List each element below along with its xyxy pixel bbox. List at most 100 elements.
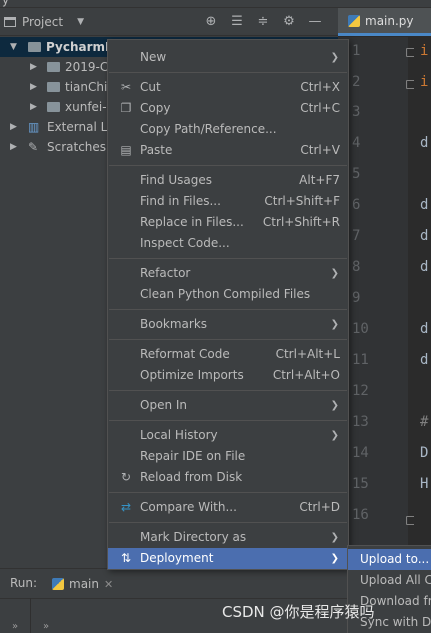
chevron-right-icon[interactable]: ▶ xyxy=(30,57,37,77)
project-pane-header: Project ▼ ⊕ ☰ ≑ ⚙ — xyxy=(0,8,338,36)
menu-item-clean-python-compiled[interactable]: Clean Python Compiled Files xyxy=(108,284,348,305)
line-number: 11 xyxy=(352,352,369,368)
menu-item-compare-with[interactable]: ⇄ Compare With... Ctrl+D xyxy=(108,497,348,518)
title-bar: y xyxy=(0,0,431,8)
menu-item-shortcut: Ctrl+C xyxy=(300,101,340,115)
menu-item-shortcut: Ctrl+Alt+L xyxy=(275,347,340,361)
submenu-item-upload-all-changed[interactable]: Upload All C xyxy=(348,570,431,591)
more-actions-icon[interactable]: » xyxy=(43,621,49,632)
menu-item-mark-directory-as[interactable]: Mark Directory as ❯ xyxy=(108,527,348,548)
folder-icon xyxy=(47,62,60,72)
line-number: 7 xyxy=(352,228,361,244)
python-icon xyxy=(52,578,64,590)
menu-item-local-history[interactable]: Local History ❯ xyxy=(108,425,348,446)
run-tab-main[interactable]: main ✕ xyxy=(52,573,113,595)
project-view-dropdown[interactable]: Project ▼ xyxy=(4,13,84,31)
expand-all-icon[interactable]: ☰ xyxy=(230,14,244,29)
menu-separator xyxy=(109,72,347,73)
menu-item-repair-ide[interactable]: Repair IDE on File xyxy=(108,446,348,467)
menu-item-shortcut: Ctrl+Shift+R xyxy=(262,215,340,229)
menu-separator xyxy=(109,420,347,421)
editor-tab-main-py[interactable]: main.py xyxy=(338,8,431,36)
menu-item-label: Mark Directory as xyxy=(140,530,247,544)
menu-item-deployment[interactable]: ⇅ Deployment ❯ xyxy=(108,548,348,569)
context-menu: New ❯ ✂ Cut Ctrl+X ❐ Copy Ctrl+C Copy Pa… xyxy=(107,39,349,570)
menu-item-find-usages[interactable]: Find Usages Alt+F7 xyxy=(108,170,348,191)
chevron-right-icon: ❯ xyxy=(330,319,339,330)
menu-item-refactor[interactable]: Refactor ❯ xyxy=(108,263,348,284)
menu-item-label: New xyxy=(140,50,167,64)
project-window-icon xyxy=(4,17,16,27)
line-number: 1 xyxy=(352,43,361,59)
chevron-right-icon[interactable]: ▶ xyxy=(30,97,37,117)
menu-item-copy[interactable]: ❐ Copy Ctrl+C xyxy=(108,98,348,119)
chevron-right-icon: ❯ xyxy=(330,553,339,564)
close-icon[interactable]: ✕ xyxy=(104,578,113,591)
submenu-item-upload-to[interactable]: Upload to... xyxy=(348,549,431,570)
more-tools-icon[interactable]: » xyxy=(12,621,18,632)
watermark: CSDN @你是程序猿吗 xyxy=(222,603,375,621)
menu-item-label: Open In xyxy=(140,398,188,412)
menu-item-open-in[interactable]: Open In ❯ xyxy=(108,395,348,416)
menu-item-optimize-imports[interactable]: Optimize Imports Ctrl+Alt+O xyxy=(108,365,348,386)
menu-item-replace-in-files[interactable]: Replace in Files... Ctrl+Shift+R xyxy=(108,212,348,233)
menu-item-label: Reload from Disk xyxy=(140,470,243,484)
copy-icon: ❐ xyxy=(120,101,132,115)
deployment-icon: ⇅ xyxy=(120,551,132,565)
chevron-right-icon: ❯ xyxy=(330,400,339,411)
reload-icon: ↻ xyxy=(120,470,132,484)
tree-item-label: PycharmP xyxy=(46,40,114,54)
chevron-right-icon: ❯ xyxy=(330,532,339,543)
menu-item-reload-from-disk[interactable]: ↻ Reload from Disk xyxy=(108,467,348,488)
menu-separator xyxy=(109,258,347,259)
window-title-fragment: y xyxy=(2,0,11,7)
menu-item-reformat-code[interactable]: Reformat Code Ctrl+Alt+L xyxy=(108,344,348,365)
code-line: d xyxy=(420,352,429,368)
editor-tab-label: main.py xyxy=(365,13,414,28)
menu-item-find-in-files[interactable]: Find in Files... Ctrl+Shift+F xyxy=(108,191,348,212)
chevron-down-icon[interactable]: ▼ xyxy=(10,37,17,57)
run-label: Run: xyxy=(10,576,38,590)
chevron-right-icon[interactable]: ▶ xyxy=(10,117,17,137)
line-number: 6 xyxy=(352,197,361,213)
code-editor[interactable]: i i d d d d d d # D H xyxy=(414,37,431,568)
menu-item-label: Find in Files... xyxy=(140,194,221,208)
menu-item-label: Compare With... xyxy=(140,500,237,514)
minimize-icon[interactable]: — xyxy=(308,14,322,29)
chevron-right-icon[interactable]: ▶ xyxy=(30,77,37,97)
scratches-icon: ✎ xyxy=(28,140,39,154)
menu-item-shortcut: Ctrl+Shift+F xyxy=(264,194,340,208)
menu-item-label: Clean Python Compiled Files xyxy=(140,287,311,301)
menu-item-shortcut: Ctrl+D xyxy=(299,500,340,514)
menu-item-inspect-code[interactable]: Inspect Code... xyxy=(108,233,348,254)
run-tab-label: main xyxy=(69,577,99,591)
code-line: d xyxy=(420,259,429,275)
menu-item-shortcut: Ctrl+V xyxy=(300,143,340,157)
code-line: # xyxy=(420,414,429,430)
divider xyxy=(30,598,31,633)
menu-separator xyxy=(109,492,347,493)
chevron-right-icon[interactable]: ▶ xyxy=(10,137,17,157)
menu-item-copy-path[interactable]: Copy Path/Reference... xyxy=(108,119,348,140)
menu-item-cut[interactable]: ✂ Cut Ctrl+X xyxy=(108,77,348,98)
locate-icon[interactable]: ⊕ xyxy=(204,14,218,29)
tree-item-label: tianChi xyxy=(65,80,108,94)
menu-separator xyxy=(109,522,347,523)
collapse-all-icon[interactable]: ≑ xyxy=(256,14,270,29)
menu-item-bookmarks[interactable]: Bookmarks ❯ xyxy=(108,314,348,335)
code-line: d xyxy=(420,228,429,244)
line-number: 12 xyxy=(352,383,369,399)
menu-separator xyxy=(109,390,347,391)
menu-separator xyxy=(109,165,347,166)
menu-item-label: Inspect Code... xyxy=(140,236,230,250)
menu-item-paste[interactable]: ▤ Paste Ctrl+V xyxy=(108,140,348,161)
menu-item-label: Replace in Files... xyxy=(140,215,244,229)
scissors-icon: ✂ xyxy=(120,80,132,94)
code-line: D xyxy=(420,445,429,461)
gear-icon[interactable]: ⚙ xyxy=(282,14,296,29)
menu-item-label: Local History xyxy=(140,428,218,442)
menu-item-label: Copy Path/Reference... xyxy=(140,122,277,136)
code-line: i xyxy=(420,74,429,90)
menu-item-new[interactable]: New ❯ xyxy=(108,47,348,68)
menu-item-label: Find Usages xyxy=(140,173,213,187)
